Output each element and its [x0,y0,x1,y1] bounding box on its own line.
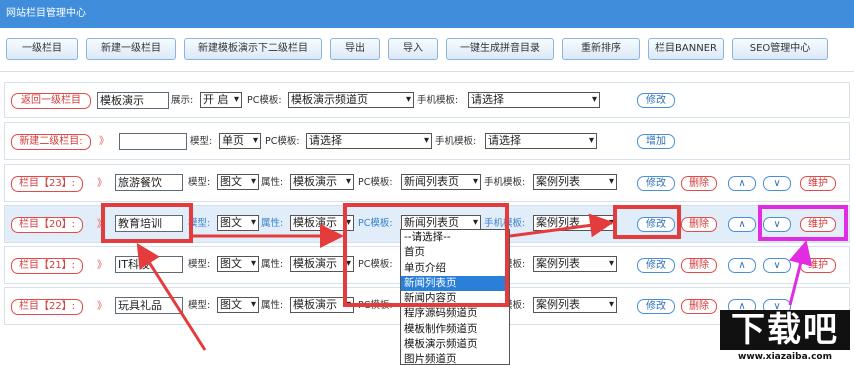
column-id-label: 栏目【21】: [11,258,83,274]
maintain-button[interactable]: 维护 [800,258,836,273]
mobile-template-select[interactable]: 案例列表 [533,297,617,313]
delete-button[interactable]: 删除 [681,299,717,314]
show-label: 展示: [171,95,194,106]
type-label: 模型: [188,300,211,311]
toolbar: 一级栏目 新建一级栏目 新建模板演示下二级栏目 导出 导入 一键生成拼音目录 重… [0,28,854,72]
pc-template-select[interactable]: 新闻列表页 [401,174,481,190]
dropdown-option[interactable]: 模板制作频道页 [401,322,509,337]
edit-button[interactable]: 修改 [637,93,675,108]
mobile-template-select[interactable]: 案例列表 [533,256,617,272]
window-title: 网站栏目管理中心 [0,0,854,28]
type-label: 模型: [188,177,211,188]
pc-template-label: PC模板: [265,136,300,147]
new-sub-column-label: 新建二级栏目: [11,134,91,150]
pc-template-select[interactable]: 请选择 [306,133,432,149]
pc-template-label: PC模板: [358,177,393,188]
new-column-name-input[interactable] [119,133,187,150]
add-button[interactable]: 增加 [637,134,675,149]
mobile-template-label: 手机模板: [484,177,526,188]
move-down-button[interactable]: ∨ [763,176,791,191]
arrow-icon: 》 [99,136,109,147]
dropdown-option[interactable]: 模板演示频道页 [401,337,509,352]
move-down-button[interactable]: ∨ [763,258,791,273]
arrow-icon: 》 [97,260,107,271]
show-select[interactable]: 开 启 [200,92,242,108]
watermark-text: 下载吧 [720,310,850,350]
delete-button[interactable]: 删除 [681,217,717,232]
dropdown-option[interactable]: 程序源码频道页 [401,306,509,321]
parent-column-row: 返回一级栏目 模板演示 展示: 开 启 PC模板: 模板演示频道页 手机模板: … [4,82,850,118]
type-select[interactable]: 图文 [217,256,259,272]
delete-button[interactable]: 删除 [681,258,717,273]
import-button[interactable]: 导入 [388,38,438,60]
type-label: 模型: [188,259,211,270]
mobile-template-select[interactable]: 案例列表 [533,174,617,190]
column-row-23: 栏目【23】: 》 旅游餐饮 模型: 图文 属性: 模板演示 PC模板: 新闻列… [4,164,850,202]
annotation-template-box [343,203,509,307]
annotation-maintain-box [758,205,848,241]
arrow-icon: 》 [97,178,107,189]
delete-button[interactable]: 删除 [681,176,717,191]
type-select[interactable]: 图文 [217,174,259,190]
column-id-label: 栏目【20】: [11,217,83,233]
move-up-button[interactable]: ∧ [728,176,756,191]
type-label: 模型: [190,136,213,147]
parent-name-input[interactable]: 模板演示 [97,92,169,109]
type-select[interactable]: 图文 [217,297,259,313]
edit-button[interactable]: 修改 [637,299,675,314]
column-name-input[interactable]: IT科技 [115,256,183,273]
new-first-level-column-button[interactable]: 新建一级栏目 [86,38,176,60]
column-id-label: 栏目【23】: [11,176,83,192]
mobile-template-select[interactable]: 案例列表 [533,215,617,231]
generate-pinyin-button[interactable]: 一键生成拼音目录 [446,38,554,60]
mobile-template-label: 手机模板: [417,95,459,106]
mobile-template-select[interactable]: 请选择 [468,92,600,108]
mobile-template-label: 手机模板: [435,136,477,147]
back-first-level-button[interactable]: 返回一级栏目 [11,93,91,109]
attr-select[interactable]: 模板演示 [290,174,354,190]
maintain-button[interactable]: 维护 [800,176,836,191]
new-sub-column-row: 新建二级栏目: 》 模型: 单页 PC模板: 请选择 手机模板: 请选择 增加 [4,122,850,160]
type-select[interactable]: 图文 [217,215,259,231]
mobile-template-select[interactable]: 请选择 [485,133,597,149]
reorder-button[interactable]: 重新排序 [562,38,640,60]
pc-template-label: PC模板: [247,95,282,106]
column-name-input[interactable]: 旅游餐饮 [115,174,183,191]
export-button[interactable]: 导出 [330,38,380,60]
column-name-input[interactable]: 玩具礼品 [115,297,183,314]
type-select[interactable]: 单页 [219,133,261,149]
new-sub-column-button[interactable]: 新建模板演示下二级栏目 [184,38,322,60]
move-up-button[interactable]: ∧ [728,217,756,232]
seo-center-button[interactable]: SEO管理中心 [732,38,828,60]
annotation-edit-box [613,205,681,239]
edit-button[interactable]: 修改 [637,258,675,273]
column-manager-window: 网站栏目管理中心 一级栏目 新建一级栏目 新建模板演示下二级栏目 导出 导入 一… [0,0,854,365]
annotation-name-box [101,203,193,243]
column-id-label: 栏目【22】: [11,299,83,315]
move-up-button[interactable]: ∧ [728,258,756,273]
pc-template-select[interactable]: 模板演示频道页 [288,92,414,108]
arrow-icon: 》 [97,301,107,312]
edit-button[interactable]: 修改 [637,176,675,191]
column-banner-button[interactable]: 栏目BANNER [648,38,724,60]
watermark-url: www.xiazaiba.com [720,350,850,365]
attr-label: 属性: [261,300,284,311]
xiazaiba-watermark-logo: 下载吧 www.xiazaiba.com [720,310,850,365]
first-level-column-button[interactable]: 一级栏目 [6,38,78,60]
dropdown-option[interactable]: 图片频道页 [401,352,509,364]
attr-label: 属性: [261,218,284,229]
attr-label: 属性: [261,259,284,270]
attr-label: 属性: [261,177,284,188]
